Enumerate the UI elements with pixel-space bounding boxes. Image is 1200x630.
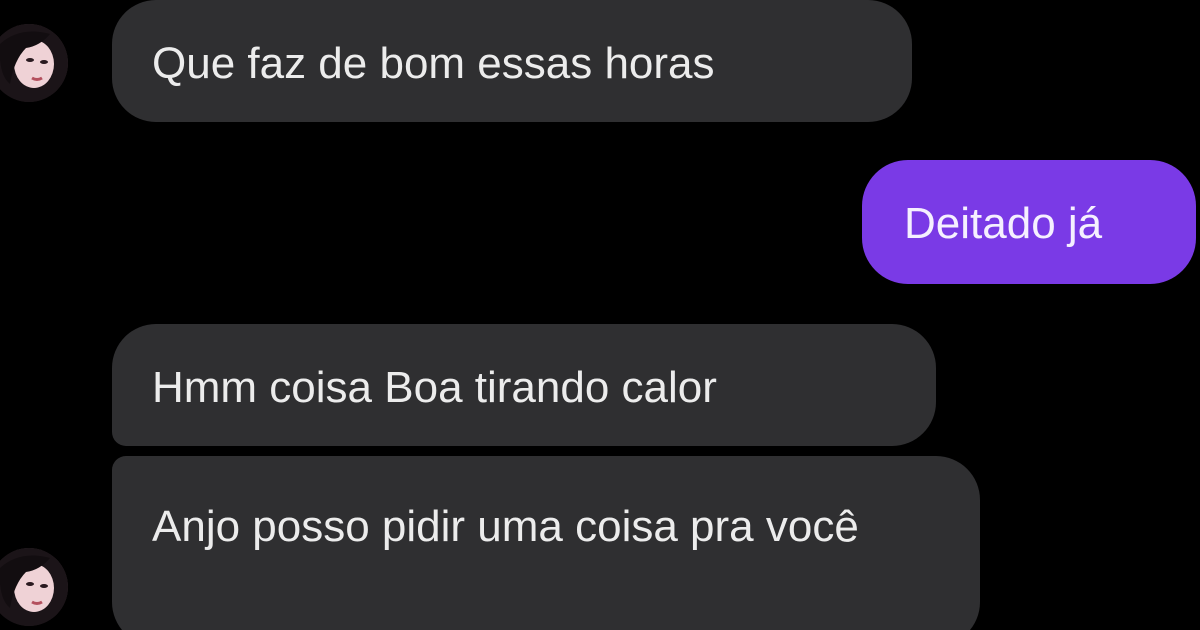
message-bubble-incoming[interactable]: Que faz de bom essas horas — [112, 0, 912, 122]
message-text: Anjo posso pidir uma coisa pra você — [152, 502, 859, 551]
avatar-portrait — [0, 24, 68, 102]
message-bubble-outgoing[interactable]: Deitado já — [862, 160, 1196, 284]
contact-avatar-icon[interactable] — [0, 548, 68, 626]
message-bubble-incoming[interactable]: Anjo posso pidir uma coisa pra você — [112, 456, 980, 630]
avatar-portrait — [0, 548, 68, 626]
message-text: Deitado já — [904, 199, 1103, 248]
message-text: Hmm coisa Boa tirando calor — [152, 363, 717, 412]
chat-conversation: Que faz de bom essas horas Deitado já Hm… — [0, 0, 1200, 630]
message-bubble-incoming[interactable]: Hmm coisa Boa tirando calor — [112, 324, 936, 446]
message-text: Que faz de bom essas horas — [152, 39, 715, 88]
contact-avatar-icon[interactable] — [0, 24, 68, 102]
